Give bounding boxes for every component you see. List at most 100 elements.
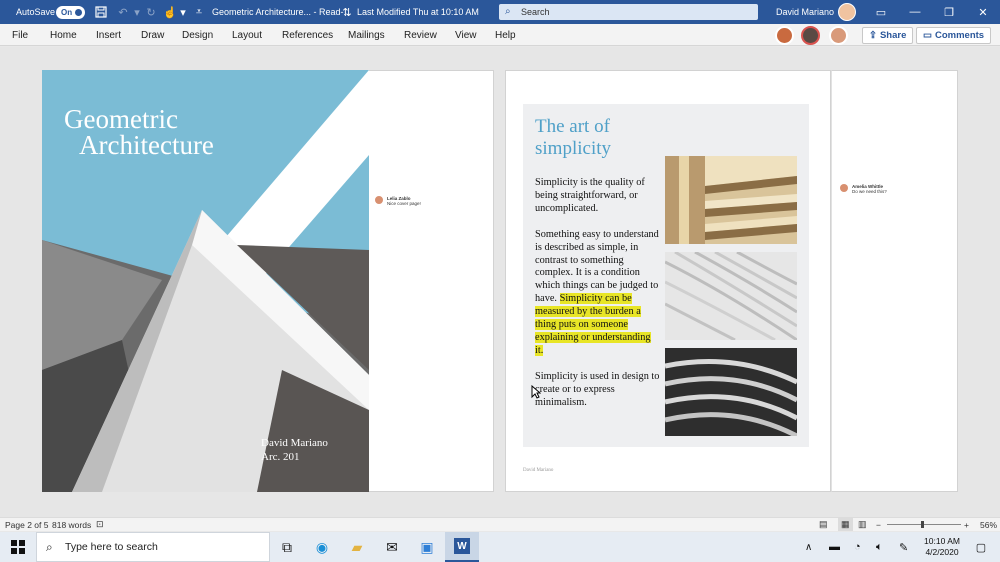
body-text[interactable]: Simplicity is the quality of being strai…: [535, 177, 660, 423]
page-count[interactable]: Page 2 of 5: [5, 518, 48, 531]
paragraph: Something easy to understand is describe…: [535, 229, 660, 358]
search-placeholder: Search: [521, 7, 550, 17]
comment-pane: Lelia Zablo Nice cover page!: [369, 70, 494, 492]
ribbon-display-icon[interactable]: ▭: [864, 0, 898, 24]
taskbar-search[interactable]: ⌕ Type here to search: [36, 532, 270, 562]
word-count[interactable]: 818 words: [52, 518, 91, 531]
collaborator-avatar[interactable]: [801, 26, 820, 45]
notifications-icon[interactable]: ▢: [970, 532, 992, 562]
last-modified[interactable]: Last Modified Thu at 10:10 AM: [357, 0, 479, 24]
tab-home[interactable]: Home: [50, 24, 77, 46]
title-bar: AutoSave On ↶ ▾ ↻ ☝ ▾ ⩡ Geometric Archit…: [0, 0, 1000, 24]
show-hidden-icons[interactable]: ∧: [805, 532, 812, 562]
status-bar: Page 2 of 5 818 words ⊡ ▤ ▦ ▥ − + 56%: [0, 517, 1000, 531]
tab-file[interactable]: File: [12, 24, 28, 46]
file-explorer-icon[interactable]: ▰: [340, 532, 374, 562]
autosave-toggle[interactable]: On: [56, 6, 85, 19]
proofing-icon[interactable]: ⊡: [96, 518, 104, 531]
comment-avatar: [840, 184, 848, 192]
customize-toolbar-icon[interactable]: ⩡: [192, 0, 206, 24]
network-icon[interactable]: ◔: [854, 532, 861, 562]
system-clock[interactable]: 10:10 AM 4/2/2020: [920, 532, 964, 562]
start-button[interactable]: [0, 532, 36, 562]
touch-dropdown-icon[interactable]: ▾: [176, 0, 190, 24]
collaborator-avatar[interactable]: [775, 26, 794, 45]
architecture-photo[interactable]: [665, 156, 797, 244]
print-layout-icon[interactable]: ▦: [838, 518, 853, 531]
document-title[interactable]: Geometric Architecture... - Read-...: [212, 0, 351, 24]
autosave-state: On: [61, 8, 73, 17]
search-icon: ⌕: [46, 539, 53, 554]
tab-references[interactable]: References: [282, 24, 333, 46]
cover-page[interactable]: Geometric Architecture David Mariano Arc…: [42, 70, 369, 492]
tab-review[interactable]: Review: [404, 24, 437, 46]
comment-icon: ▭: [923, 30, 932, 41]
user-avatar[interactable]: [838, 3, 856, 21]
cover-author-block: David Mariano Arc. 201: [261, 436, 328, 464]
search-input[interactable]: ⌕ Search: [499, 4, 758, 20]
collaborator-avatar[interactable]: [829, 26, 848, 45]
tab-draw[interactable]: Draw: [141, 24, 164, 46]
page-footer: David Mariano: [523, 468, 554, 473]
architecture-photo[interactable]: [665, 252, 797, 340]
zoom-out-button[interactable]: −: [876, 518, 881, 531]
comment-text: Nice cover page!: [387, 201, 421, 206]
share-button[interactable]: ⇪ Share: [862, 27, 914, 44]
clock-time: 10:10 AM: [924, 536, 960, 546]
word-app-icon[interactable]: W: [445, 532, 479, 562]
mouse-cursor-icon: [531, 385, 541, 399]
comment-pane: Amelia Whittle Do we need this?: [831, 70, 958, 492]
paragraph: Simplicity is the quality of being strai…: [535, 177, 645, 214]
paragraph: Simplicity is used in design to create o…: [535, 370, 660, 408]
comment-text: Do we need this?: [852, 189, 887, 194]
read-mode-icon[interactable]: ▤: [819, 518, 828, 531]
tab-layout[interactable]: Layout: [232, 24, 262, 46]
zoom-level[interactable]: 56%: [980, 518, 997, 531]
tab-design[interactable]: Design: [182, 24, 213, 46]
web-layout-icon[interactable]: ▥: [858, 518, 867, 531]
tab-view[interactable]: View: [455, 24, 477, 46]
search-icon: ⌕: [505, 6, 511, 17]
battery-icon[interactable]: ▬: [829, 532, 840, 562]
autosave-label: AutoSave: [16, 7, 56, 17]
volume-icon[interactable]: 🔈︎: [876, 532, 883, 562]
maximize-icon[interactable]: ❐: [932, 0, 966, 24]
share-icon: ⇪: [869, 30, 877, 41]
clock-date: 4/2/2020: [925, 547, 959, 557]
zoom-slider[interactable]: [887, 518, 961, 531]
section-title: The art of simplicity: [535, 116, 611, 160]
tab-insert[interactable]: Insert: [96, 24, 121, 46]
section-title-line2: simplicity: [535, 138, 611, 159]
windows-icon: [11, 540, 25, 554]
cover-title: Geometric Architecture: [64, 106, 214, 160]
edge-icon[interactable]: ◉: [305, 532, 339, 562]
taskbar-search-placeholder: Type here to search: [65, 541, 158, 553]
tab-help[interactable]: Help: [495, 24, 516, 46]
minimize-icon[interactable]: —: [898, 0, 932, 24]
architecture-photo[interactable]: [665, 348, 797, 436]
document-page[interactable]: The art of simplicity Simplicity is the …: [505, 70, 831, 492]
cover-title-line2: Architecture: [79, 130, 214, 160]
undo-dropdown-icon[interactable]: ▾: [130, 0, 144, 24]
tab-mailings[interactable]: Mailings: [348, 24, 385, 46]
redo-icon[interactable]: ↻: [144, 0, 158, 24]
share-label: Share: [879, 30, 907, 41]
touch-mode-icon[interactable]: ☝: [163, 0, 177, 24]
task-view-icon[interactable]: ⧉: [270, 532, 304, 562]
save-icon[interactable]: [94, 0, 108, 24]
comments-button[interactable]: ▭ Comments: [916, 27, 992, 44]
content-panel: The art of simplicity Simplicity is the …: [523, 104, 809, 447]
cover-course: Arc. 201: [261, 451, 300, 463]
comments-label: Comments: [934, 30, 985, 41]
comment-avatar: [375, 196, 383, 204]
undo-icon[interactable]: ↶: [116, 0, 130, 24]
cover-author: David Mariano: [261, 437, 328, 449]
close-icon[interactable]: ✕: [966, 0, 1000, 24]
pen-workspace-icon[interactable]: ✎: [899, 532, 908, 562]
user-name[interactable]: David Mariano: [776, 0, 834, 24]
mail-icon[interactable]: ✉: [375, 532, 409, 562]
taskbar: ⌕ Type here to search ⧉ ◉ ▰ ✉ ▣ W ∧ ▬ ◔ …: [0, 532, 1000, 562]
zoom-in-button[interactable]: +: [964, 518, 969, 531]
store-icon[interactable]: ▣: [410, 532, 444, 562]
document-canvas[interactable]: Geometric Architecture David Mariano Arc…: [0, 47, 1000, 517]
